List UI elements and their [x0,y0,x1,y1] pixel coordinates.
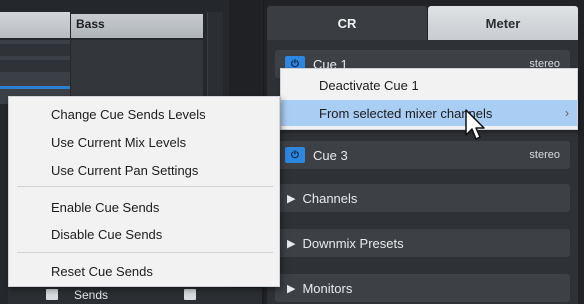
channel-name-header[interactable]: Bass [71,14,203,38]
menu-item-disable-cue-sends[interactable]: Disable Cue Sends [9,222,279,246]
cue-3-row[interactable]: ⏻ Cue 3 stereo [275,141,570,169]
triangle-right-icon: ▶ [287,237,296,250]
menu-item-label: Disable Cue Sends [51,226,163,242]
section-label: Monitors [302,280,353,296]
tab-cr[interactable]: CR [267,6,427,40]
menu-item-reset-cue-sends[interactable]: Reset Cue Sends [9,259,279,283]
menu-item-change-cue-sends-levels[interactable]: Change Cue Sends Levels [9,102,279,126]
cue-sends-context-menu: Change Cue Sends Levels Use Current Mix … [8,96,280,287]
triangle-right-icon: ▶ [287,282,296,295]
power-icon[interactable]: ⏻ [285,147,305,163]
menu-item-from-selected-channels[interactable]: From selected mixer channels › [281,100,577,126]
selection-indicator [0,86,70,89]
menu-item-label: Reset Cue Sends [51,263,153,279]
menu-item-use-current-mix-levels[interactable]: Use Current Mix Levels [9,130,279,154]
chevron-right-icon: › [565,106,569,120]
edit-icon[interactable] [184,289,196,300]
menu-separator [17,252,273,253]
mixer-header-strip [0,12,70,38]
menu-item-label: Use Current Pan Settings [51,162,199,178]
sends-label[interactable]: Sends [74,288,108,302]
menu-item-enable-cue-sends[interactable]: Enable Cue Sends [9,195,279,219]
section-channels[interactable]: ▶ Channels [275,184,570,212]
section-label: Downmix Presets [302,235,404,251]
menu-item-label: Enable Cue Sends [51,199,160,215]
edit-icon[interactable] [46,289,58,300]
menu-item-label: Change Cue Sends Levels [51,106,206,122]
section-downmix-presets[interactable]: ▶ Downmix Presets [275,229,570,257]
menu-item-label: Deactivate Cue 1 [319,77,419,93]
tab-meter[interactable]: Meter [428,6,578,40]
cue-submenu: Deactivate Cue 1 From selected mixer cha… [280,68,578,130]
arrow-cursor-icon [465,109,485,140]
cue-label: Cue 3 [313,147,348,163]
format-label: stereo [529,149,560,161]
mixer-slot[interactable] [0,44,70,56]
menu-item-label: Use Current Mix Levels [51,134,187,150]
section-label: Channels [302,190,358,206]
menu-separator [17,186,273,187]
menu-item-deactivate-cue[interactable]: Deactivate Cue 1 [281,72,577,98]
triangle-right-icon: ▶ [287,192,296,205]
mixer-column [0,40,70,104]
mixer-slot[interactable] [0,60,70,72]
menu-item-use-current-pan-settings[interactable]: Use Current Pan Settings [9,158,279,182]
section-monitors[interactable]: ▶ Monitors [275,274,570,302]
